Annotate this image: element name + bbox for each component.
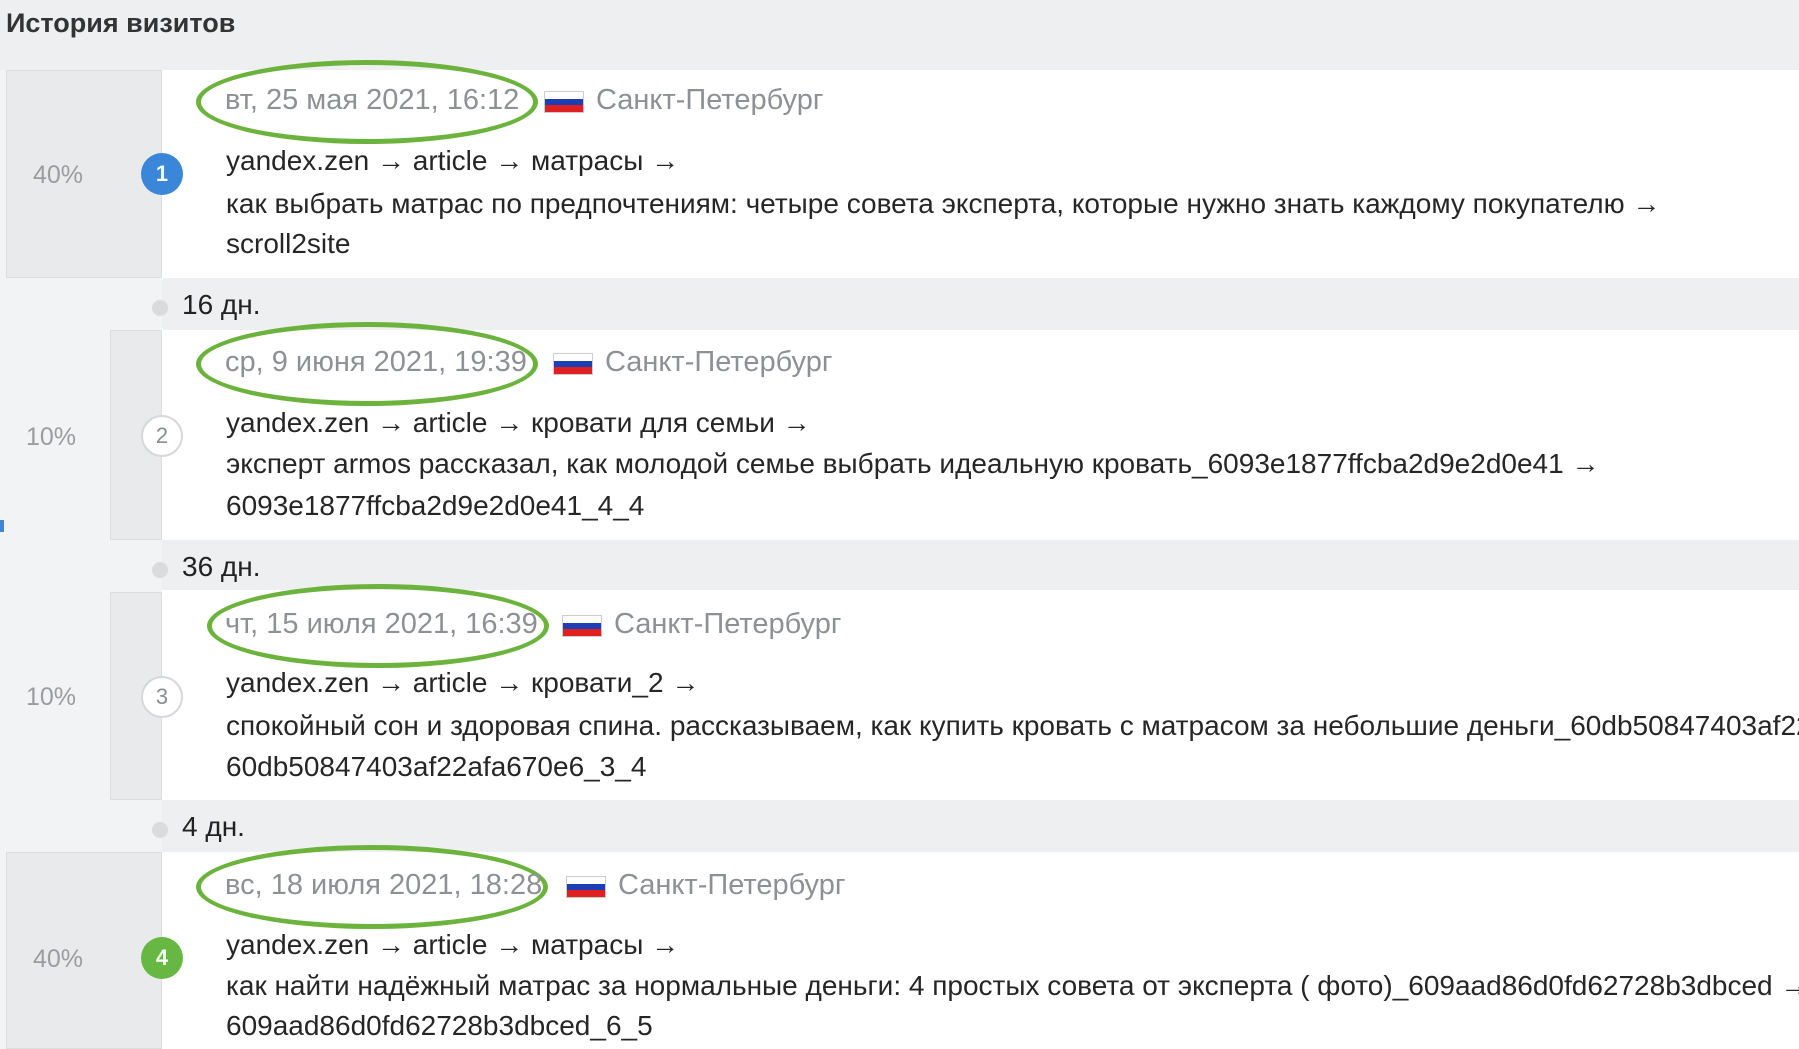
gap-row bbox=[162, 278, 1799, 330]
visit-path-line: 60db50847403af22afa670e6_3_4 bbox=[226, 751, 647, 782]
russia-flag-icon bbox=[566, 876, 606, 898]
russia-flag-icon bbox=[544, 91, 584, 113]
visit-number-badge: 4 bbox=[141, 937, 183, 979]
gap-duration: 4 дн. bbox=[182, 811, 245, 842]
page-title: История визитов bbox=[6, 8, 236, 38]
visit-city: Санкт-Петербург bbox=[618, 869, 846, 901]
visit-path-line: yandex.zen → article → кровати_2 → bbox=[226, 667, 700, 698]
visit-number-badge: 2 bbox=[141, 415, 183, 457]
russia-flag-icon bbox=[562, 615, 602, 637]
visit-path-line: как найти надёжный матрас за нормальные … bbox=[226, 970, 1799, 1001]
russia-flag-icon bbox=[553, 353, 593, 375]
visit-date: чт, 15 июля 2021, 16:39 bbox=[225, 608, 538, 640]
timeline-dot bbox=[152, 562, 168, 578]
visit-number-badge: 1 bbox=[141, 153, 183, 195]
percent-label: 40% bbox=[33, 945, 84, 973]
visit-path-line: yandex.zen → article → матрасы → bbox=[226, 145, 680, 176]
visit-path-line: как выбрать матрас по предпочтениям: чет… bbox=[226, 188, 1661, 219]
visit-date: вт, 25 мая 2021, 16:12 bbox=[225, 84, 520, 116]
visit-city: Санкт-Петербург bbox=[596, 84, 824, 116]
visit-path-line: scroll2site bbox=[226, 228, 351, 259]
visit-path-line: 6093e1877ffcba2d9e2d0e41_4_4 bbox=[226, 490, 645, 521]
percent-block: 40% bbox=[6, 70, 162, 278]
visit-path-line: эксперт armos рассказал, как молодой сем… bbox=[226, 448, 1600, 479]
gap-row bbox=[162, 800, 1799, 852]
visit-path-line: спокойный сон и здоровая спина. рассказы… bbox=[226, 710, 1799, 741]
edge-marker bbox=[0, 520, 4, 532]
timeline-dot bbox=[152, 822, 168, 838]
visit-date: ср, 9 июня 2021, 19:39 bbox=[225, 346, 527, 378]
percent-label: 40% bbox=[33, 161, 84, 189]
header: История визитов bbox=[0, 0, 1799, 70]
percent-block: 40% bbox=[6, 852, 162, 1049]
percent-label: 10% bbox=[26, 683, 77, 711]
visit-city: Санкт-Петербург bbox=[614, 608, 842, 640]
percent-label: 10% bbox=[26, 423, 77, 451]
timeline-dot bbox=[152, 300, 168, 316]
visit-path-line: yandex.zen → article → матрасы → bbox=[226, 929, 680, 960]
visit-path-line: 609aad86d0fd62728b3dbced_6_5 bbox=[226, 1010, 653, 1041]
gap-duration: 36 дн. bbox=[182, 551, 261, 582]
gap-duration: 16 дн. bbox=[182, 289, 261, 320]
visit-city: Санкт-Петербург bbox=[605, 346, 833, 378]
visit-number-badge: 3 bbox=[141, 676, 183, 718]
visit-path-line: yandex.zen → article → кровати для семьи… bbox=[226, 407, 811, 438]
visit-date: вс, 18 июля 2021, 18:28 bbox=[225, 869, 543, 901]
